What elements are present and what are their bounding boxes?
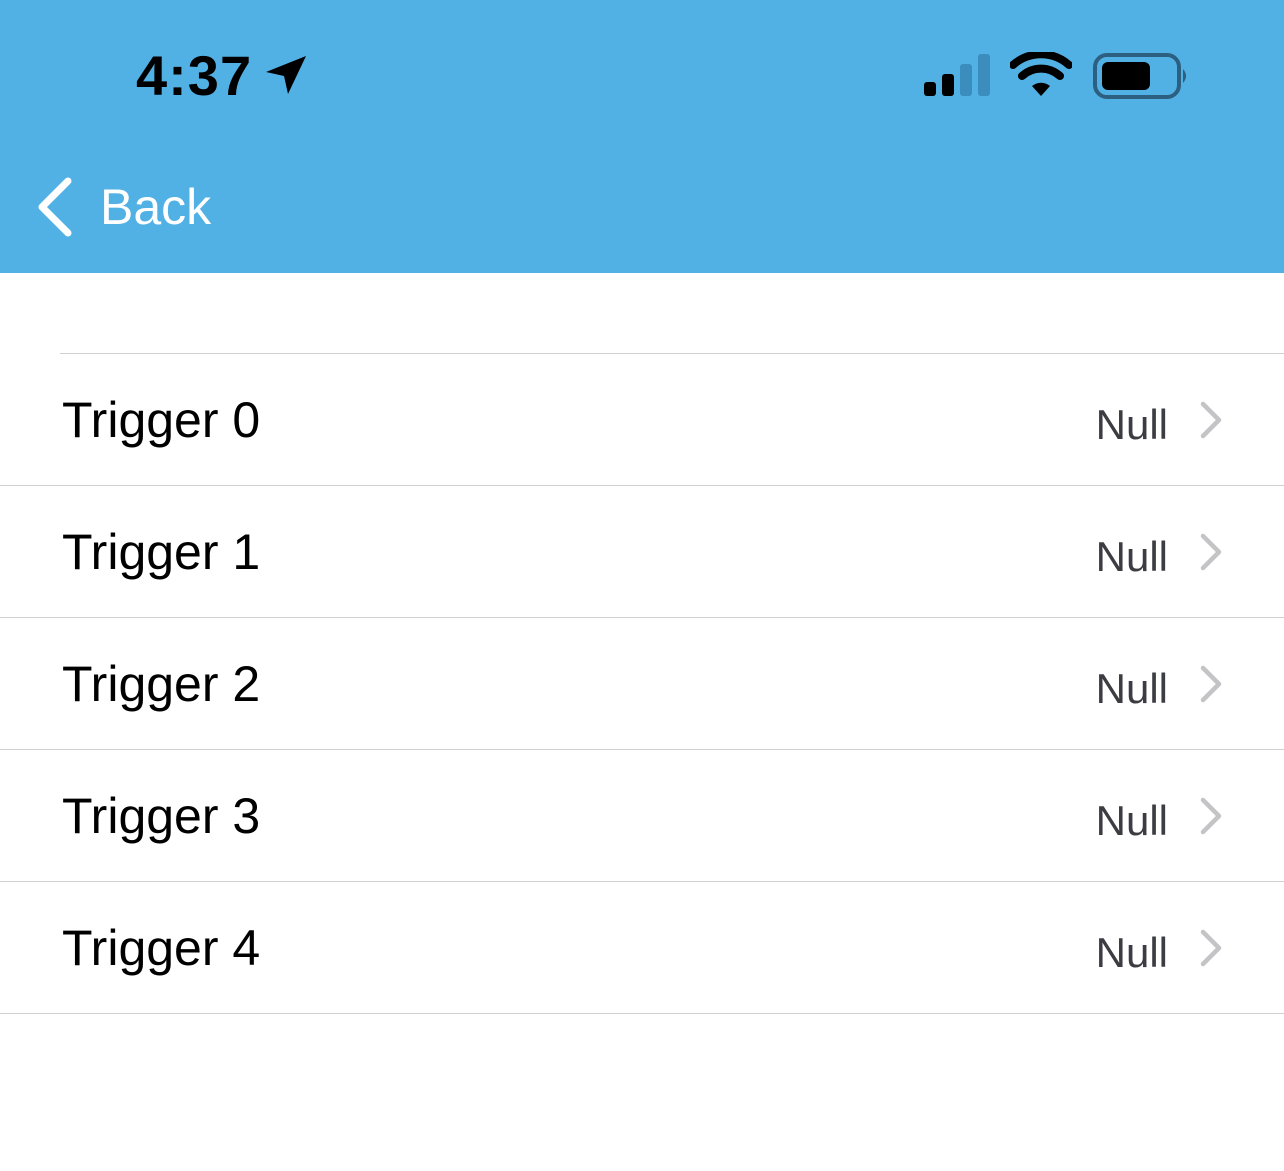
cellular-signal-icon <box>924 54 990 96</box>
list-item-label: Trigger 4 <box>62 920 261 976</box>
list-item-trigger-4[interactable]: Trigger 4 Null <box>0 882 1284 1014</box>
chevron-right-icon <box>1200 797 1222 835</box>
trigger-list: Trigger 0 Null Trigger 1 Null Trigger 2 … <box>0 354 1284 1014</box>
list-item-label: Trigger 0 <box>62 392 261 448</box>
list-item-value: Null <box>1095 533 1168 580</box>
list-item-value: Null <box>1095 797 1168 844</box>
back-button[interactable]: Back <box>34 170 274 244</box>
list-item-trigger-2[interactable]: Trigger 2 Null <box>0 618 1284 750</box>
list-item-value: Null <box>1095 929 1168 976</box>
status-time: 4:37 <box>136 44 253 107</box>
list-item-label: Trigger 2 <box>62 656 261 712</box>
back-label: Back <box>100 179 212 235</box>
list-item-value: Null <box>1095 665 1168 712</box>
chevron-right-icon <box>1200 533 1222 571</box>
list-item-value: Null <box>1095 401 1168 448</box>
chevron-right-icon <box>1200 401 1222 439</box>
chevron-right-icon <box>1200 665 1222 703</box>
list-item-trigger-1[interactable]: Trigger 1 Null <box>0 486 1284 618</box>
location-arrow-icon <box>266 56 306 94</box>
list-item-trigger-0[interactable]: Trigger 0 Null <box>0 354 1284 486</box>
chevron-left-icon <box>38 177 72 237</box>
chevron-right-icon <box>1200 929 1222 967</box>
list-item-label: Trigger 3 <box>62 788 261 844</box>
list-item-trigger-3[interactable]: Trigger 3 Null <box>0 750 1284 882</box>
list-item-label: Trigger 1 <box>62 524 261 580</box>
battery-icon <box>1093 53 1186 99</box>
wifi-icon <box>1010 52 1072 96</box>
navigation-header: 4:37 Back <box>0 0 1284 273</box>
